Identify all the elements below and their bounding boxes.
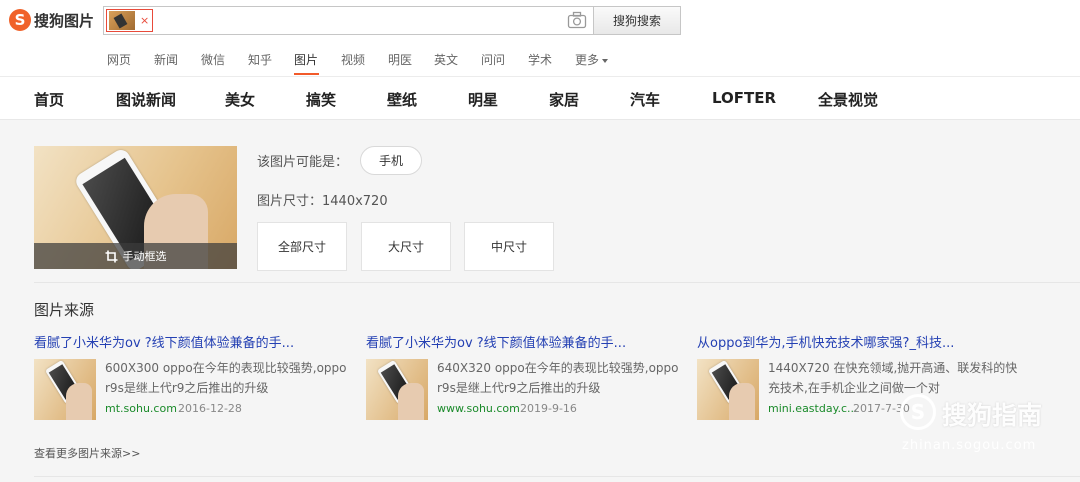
tab-medical[interactable]: 明医 (388, 51, 412, 68)
query-image-thumbnail (109, 11, 135, 30)
watermark-text: 搜狗指南 (942, 401, 1043, 430)
source-site[interactable]: www.sohu.com (437, 402, 520, 415)
source-item: 看腻了小米华为ov ?线下颜值体验兼备的手... 600X300 oppo在今年… (34, 332, 364, 422)
large-size-button[interactable]: 大尺寸 (361, 222, 451, 271)
watermark-logo-icon: S (900, 394, 936, 430)
source-thumbnail[interactable] (366, 359, 428, 420)
source-link[interactable]: 从oppo到华为,手机快充技术哪家强?_科技... (697, 332, 954, 351)
nav-stars[interactable]: 明星 (468, 89, 498, 110)
tab-video[interactable]: 视频 (341, 51, 365, 68)
source-section-title: 图片来源 (34, 301, 95, 319)
remove-image-icon[interactable]: × (140, 14, 149, 27)
search-input[interactable]: × (103, 6, 593, 35)
tab-web[interactable]: 网页 (107, 51, 131, 68)
tab-scholar[interactable]: 学术 (528, 51, 552, 68)
source-date: 2016-12-28 (178, 402, 242, 415)
nav-home-decor[interactable]: 家居 (549, 89, 579, 110)
source-thumbnail[interactable] (697, 359, 759, 420)
watermark-url: zhinan.sogou.com (902, 438, 1037, 453)
nav-home[interactable]: 首页 (34, 89, 64, 110)
query-image-chip[interactable]: × (106, 9, 153, 32)
query-image-preview[interactable]: 手动框选 (34, 146, 237, 269)
tab-english[interactable]: 英文 (434, 51, 458, 68)
source-item: 看腻了小米华为ov ?线下颜值体验兼备的手... 640X320 oppo在今年… (366, 332, 696, 422)
all-sizes-button[interactable]: 全部尺寸 (257, 222, 347, 271)
nav-beauty[interactable]: 美女 (225, 89, 255, 110)
nav-panorama[interactable]: 全景视觉 (818, 89, 878, 110)
nav-funny[interactable]: 搞笑 (306, 89, 336, 110)
tab-wenwen[interactable]: 问问 (481, 51, 505, 68)
tab-more[interactable]: 更多 (575, 51, 609, 68)
source-description: 640X320 oppo在今年的表现比较强势,oppo r9s是继上代r9之后推… (437, 361, 679, 395)
sogou-s-icon: S (9, 9, 31, 31)
medium-size-button[interactable]: 中尺寸 (464, 222, 554, 271)
source-thumbnail[interactable] (34, 359, 96, 420)
top-bar: S 搜狗图片 × 搜狗搜索 网页 新闻 微信 知乎 图片 视频 明医 英文 问问… (0, 0, 1080, 76)
active-tab-underline (294, 73, 319, 75)
bottom-divider (34, 476, 1080, 477)
guess-label: 该图片可能是： (257, 155, 349, 170)
more-sources-link[interactable]: 查看更多图片来源>> (34, 445, 140, 461)
crop-icon (105, 250, 117, 262)
guess-tag[interactable]: 手机 (360, 146, 422, 175)
nav-photo-news[interactable]: 图说新闻 (116, 89, 176, 110)
tab-zhihu[interactable]: 知乎 (248, 51, 272, 68)
nav-wallpaper[interactable]: 壁纸 (387, 89, 417, 110)
tab-more-label: 更多 (575, 53, 600, 67)
sogou-logo[interactable]: S 搜狗图片 (9, 9, 94, 31)
tab-images[interactable]: 图片 (294, 51, 318, 68)
nav-cars[interactable]: 汽车 (630, 89, 660, 110)
source-date: 2019-9-16 (520, 402, 577, 415)
category-nav: 网页 新闻 微信 知乎 图片 视频 明医 英文 问问 学术 更多 (0, 51, 1080, 71)
caret-down-icon (602, 58, 609, 63)
logo-text: 搜狗图片 (34, 11, 95, 30)
tab-weixin[interactable]: 微信 (201, 51, 225, 68)
source-link[interactable]: 看腻了小米华为ov ?线下颜值体验兼备的手... (34, 332, 294, 351)
search-button[interactable]: 搜狗搜索 (593, 6, 681, 35)
source-link[interactable]: 看腻了小米华为ov ?线下颜值体验兼备的手... (366, 332, 626, 351)
camera-icon[interactable] (567, 11, 587, 29)
sogou-zhinan-watermark: S 搜狗指南 zhinan.sogou.com (900, 392, 1070, 458)
manual-crop-button[interactable]: 手动框选 (34, 243, 237, 269)
tab-news[interactable]: 新闻 (154, 51, 178, 68)
source-description: 600X300 oppo在今年的表现比较强势,oppo r9s是继上代r9之后推… (105, 361, 347, 395)
source-site[interactable]: mini.eastday.c... (768, 402, 858, 415)
crop-label: 手动框选 (122, 250, 167, 263)
source-site[interactable]: mt.sohu.com (105, 402, 177, 415)
section-divider (34, 282, 1080, 283)
nav-lofter[interactable]: LOFTER (712, 89, 776, 107)
main-nav: 首页 图说新闻 美女 搞笑 壁纸 明星 家居 汽车 LOFTER 全景视觉 (0, 76, 1080, 120)
image-size-text: 图片尺寸：1440x720 (257, 194, 388, 209)
